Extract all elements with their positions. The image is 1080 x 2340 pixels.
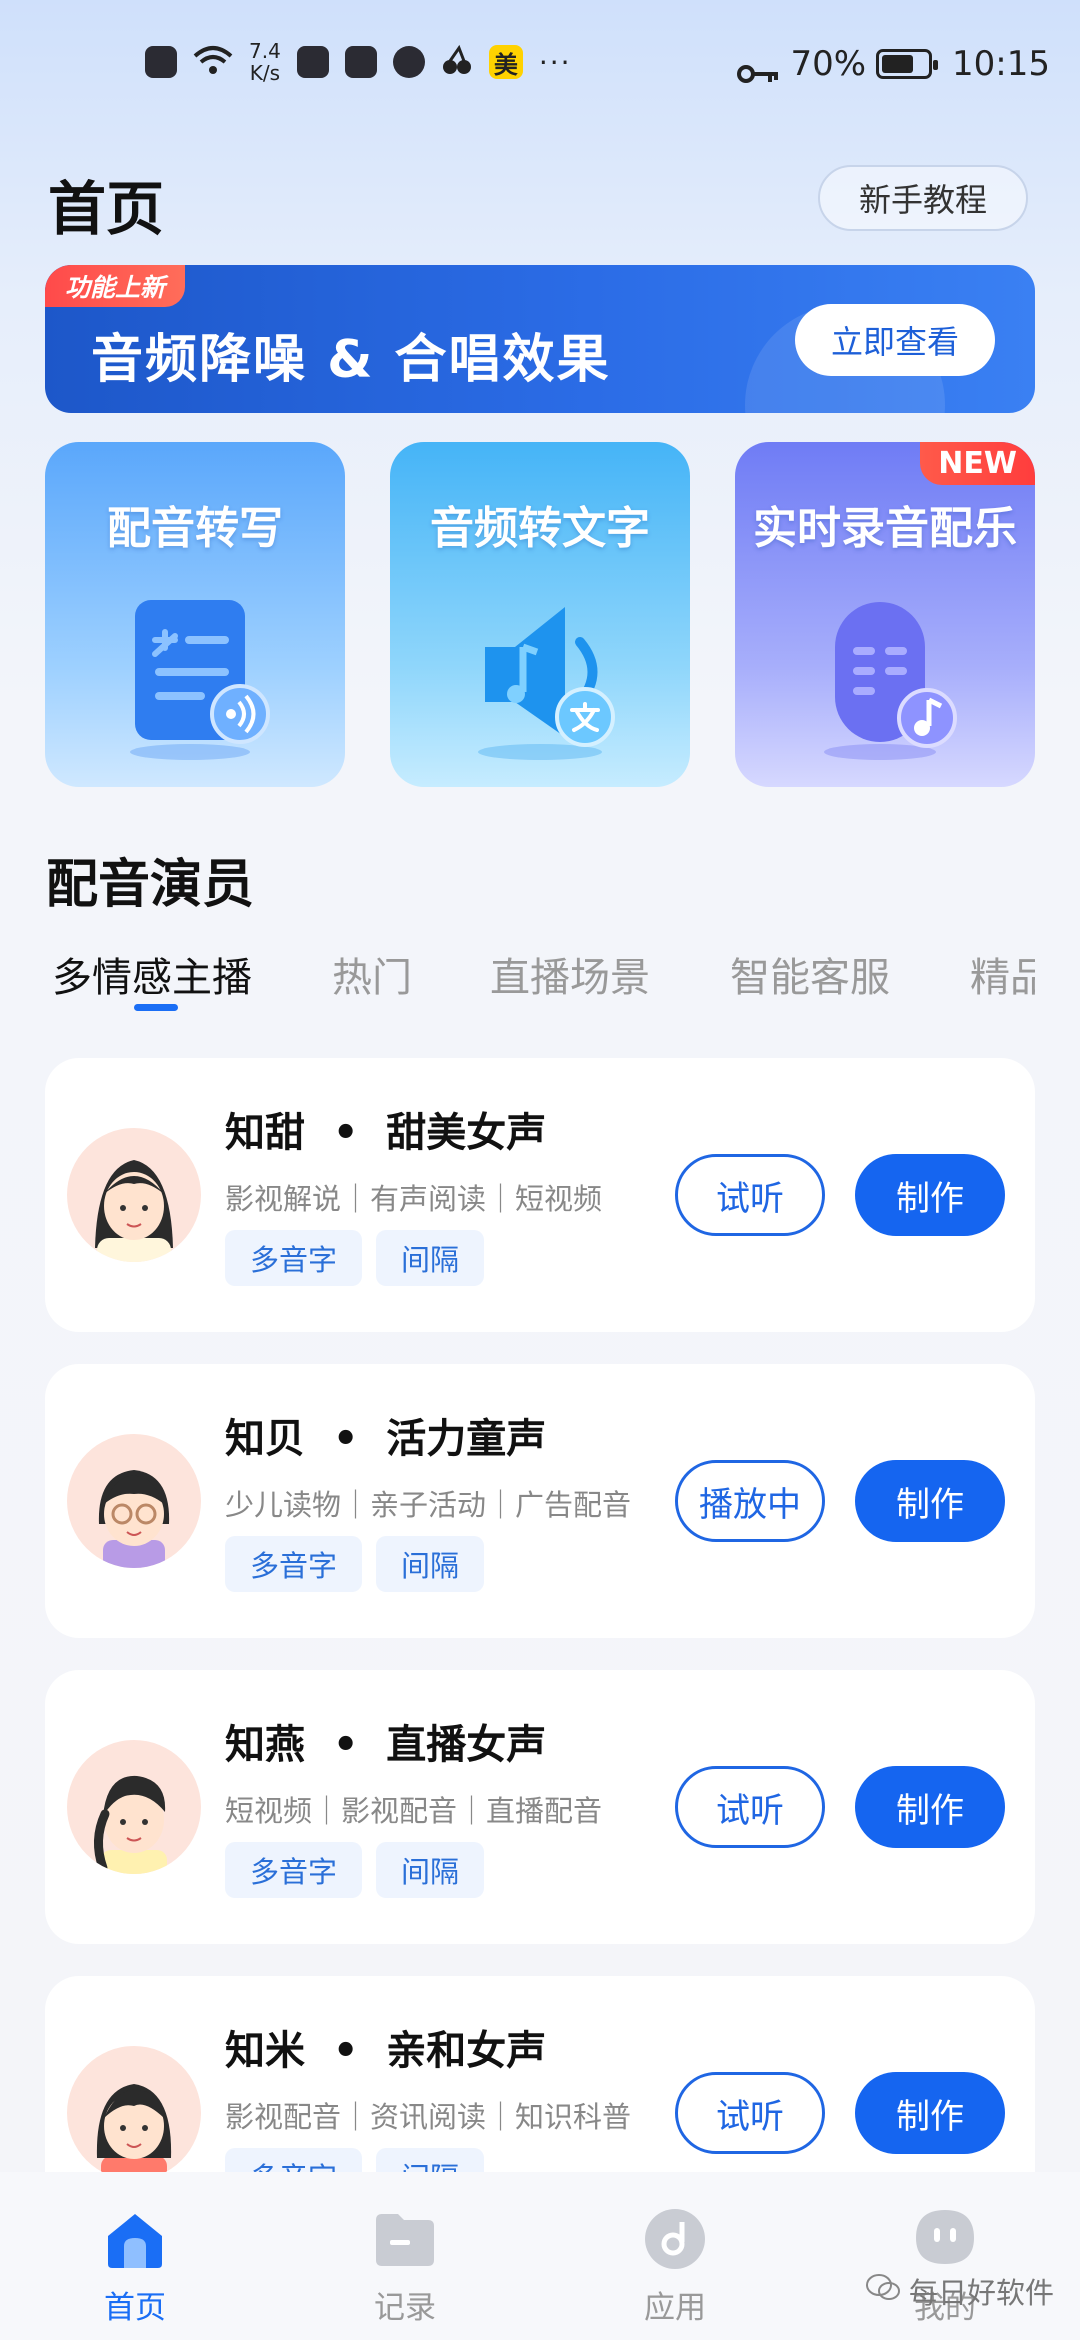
voice-card[interactable]: 知甜 • 甜美女声 影视解说｜有声阅读｜短视频 多音字 间隔 试听 制作: [45, 1058, 1035, 1332]
voice-name: 知甜 • 甜美女声: [225, 1110, 547, 1156]
new-badge: NEW: [920, 442, 1035, 485]
feature-title: 音频转文字: [430, 503, 650, 554]
voice-style: 亲和女声: [386, 2028, 547, 2074]
feature-banner[interactable]: 功能上新 音频降噪 & 合唱效果 立即查看: [45, 265, 1035, 413]
interval-tag[interactable]: 间隔: [376, 1230, 485, 1286]
avatar: [67, 2046, 201, 2180]
wechat-icon: [865, 2273, 901, 2310]
voice-tags: 影视解说｜有声阅读｜短视频: [225, 1182, 603, 1216]
voice-nickname: 知燕: [225, 1722, 305, 1768]
voice-name: 知贝 • 活力童声: [225, 1416, 547, 1462]
voice-nickname: 知甜: [225, 1110, 305, 1156]
bottom-nav: 首页 记录 应用 我的: [0, 2172, 1080, 2340]
nav-label: 首页: [104, 2290, 166, 2326]
cat-app-icon: [296, 46, 329, 78]
cherry-icon: [441, 44, 473, 80]
feature-card-audio-to-text[interactable]: 音频转文字: [390, 442, 690, 787]
feature-title: 配音转写: [107, 503, 283, 554]
voice-style: 甜美女声: [386, 1110, 547, 1156]
feature-title: 实时录音配乐: [753, 503, 1017, 554]
net-speed: 7.4 K/s: [249, 40, 281, 84]
avatar: [67, 1128, 201, 1262]
active-tab-indicator: [134, 1004, 178, 1011]
voice-name: 知燕 • 直播女声: [225, 1722, 547, 1768]
battery-percent: 70%: [790, 44, 867, 84]
music-disc-icon: [642, 2206, 708, 2272]
make-button[interactable]: 制作: [855, 1460, 1005, 1542]
wifi-icon: [193, 44, 233, 80]
feature-card-live-record-music[interactable]: NEW 实时录音配乐: [735, 442, 1035, 787]
make-button[interactable]: 制作: [855, 2072, 1005, 2154]
nav-label: 应用: [644, 2290, 706, 2326]
voice-labels: 多音字 间隔: [225, 1536, 485, 1592]
make-button[interactable]: 制作: [855, 1154, 1005, 1236]
nav-label: 记录: [374, 2290, 436, 2326]
tab-hot[interactable]: 热门: [332, 945, 412, 1003]
battery-fill: [882, 55, 913, 73]
listen-button[interactable]: 试听: [675, 2072, 825, 2154]
clock: 10:15: [952, 44, 1050, 84]
listen-button[interactable]: 播放中: [675, 1460, 825, 1542]
make-button[interactable]: 制作: [855, 1766, 1005, 1848]
net-speed-unit: K/s: [249, 61, 281, 85]
pause-app-icon: [392, 46, 425, 78]
voice-tags: 少儿读物｜亲子活动｜广告配音: [225, 1488, 632, 1522]
status-bar: 7.4 K/s 美 ··· 70% 10:15: [0, 0, 1080, 130]
voice-labels: 多音字 间隔: [225, 1842, 485, 1898]
battery-icon: [876, 49, 939, 79]
document-voice-icon: [115, 592, 275, 766]
meituan-icon: 美: [488, 45, 523, 79]
huawei-app-icon: [344, 46, 377, 78]
watermark-text: 每日好软件: [908, 2276, 1054, 2310]
nav-records[interactable]: 记录: [330, 2206, 480, 2327]
banner-badge: 功能上新: [45, 265, 186, 307]
voice-card[interactable]: 知贝 • 活力童声 少儿读物｜亲子活动｜广告配音 多音字 间隔 播放中 制作: [45, 1364, 1035, 1638]
banner-title: 音频降噪 & 合唱效果: [91, 330, 611, 390]
microphone-music-icon: [805, 592, 965, 766]
feature-card-dubbing-transcribe[interactable]: 配音转写: [45, 442, 345, 787]
section-title: 配音演员: [46, 855, 255, 915]
polyphone-tag[interactable]: 多音字: [225, 1842, 363, 1898]
voice-style: 活力童声: [386, 1416, 547, 1462]
voice-card[interactable]: 知燕 • 直播女声 短视频｜影视配音｜直播配音 多音字 间隔 试听 制作: [45, 1670, 1035, 1944]
tutorial-button[interactable]: 新手教程: [818, 165, 1028, 231]
folder-icon: [372, 2206, 438, 2272]
avatar: [67, 1740, 201, 1874]
net-speed-value: 7.4: [249, 39, 281, 63]
voice-style: 直播女声: [386, 1722, 547, 1768]
interval-tag[interactable]: 间隔: [376, 1536, 485, 1592]
interval-tag[interactable]: 间隔: [376, 1842, 485, 1898]
speaker-text-icon: [455, 592, 625, 766]
view-now-button[interactable]: 立即查看: [795, 304, 995, 376]
page-title: 首页: [48, 175, 165, 243]
voice-tags: 短视频｜影视配音｜直播配音: [225, 1794, 603, 1828]
voice-labels: 多音字 间隔: [225, 1230, 485, 1286]
nav-home[interactable]: 首页: [60, 2206, 210, 2327]
category-tabs: 多情感主播 热门 直播场景 智能客服 精品: [0, 945, 1035, 1025]
tab-smart-service[interactable]: 智能客服: [730, 945, 890, 1003]
profile-icon: [912, 2206, 978, 2272]
home-icon: [102, 2206, 168, 2272]
voice-name: 知米 • 亲和女声: [225, 2028, 547, 2074]
tab-live-scene[interactable]: 直播场景: [490, 945, 650, 1003]
alert-icon: [145, 46, 177, 78]
listen-button[interactable]: 试听: [675, 1154, 825, 1236]
more-notifications-icon: ···: [538, 45, 572, 79]
voice-nickname: 知米: [225, 2028, 305, 2074]
nav-apps[interactable]: 应用: [600, 2206, 750, 2327]
tab-premium[interactable]: 精品: [970, 945, 1035, 1003]
status-right: 70% 10:15: [736, 44, 1050, 84]
polyphone-tag[interactable]: 多音字: [225, 1230, 363, 1286]
polyphone-tag[interactable]: 多音字: [225, 1536, 363, 1592]
voice-tags: 影视配音｜资讯阅读｜知识科普: [225, 2100, 632, 2134]
watermark: 每日好软件: [865, 2270, 1054, 2312]
listen-button[interactable]: 试听: [675, 1766, 825, 1848]
voice-nickname: 知贝: [225, 1416, 305, 1462]
status-left-icons: 7.4 K/s 美 ···: [145, 40, 572, 84]
tab-multi-emotion[interactable]: 多情感主播: [52, 945, 252, 1003]
key-icon: [736, 54, 780, 83]
avatar: [67, 1434, 201, 1568]
